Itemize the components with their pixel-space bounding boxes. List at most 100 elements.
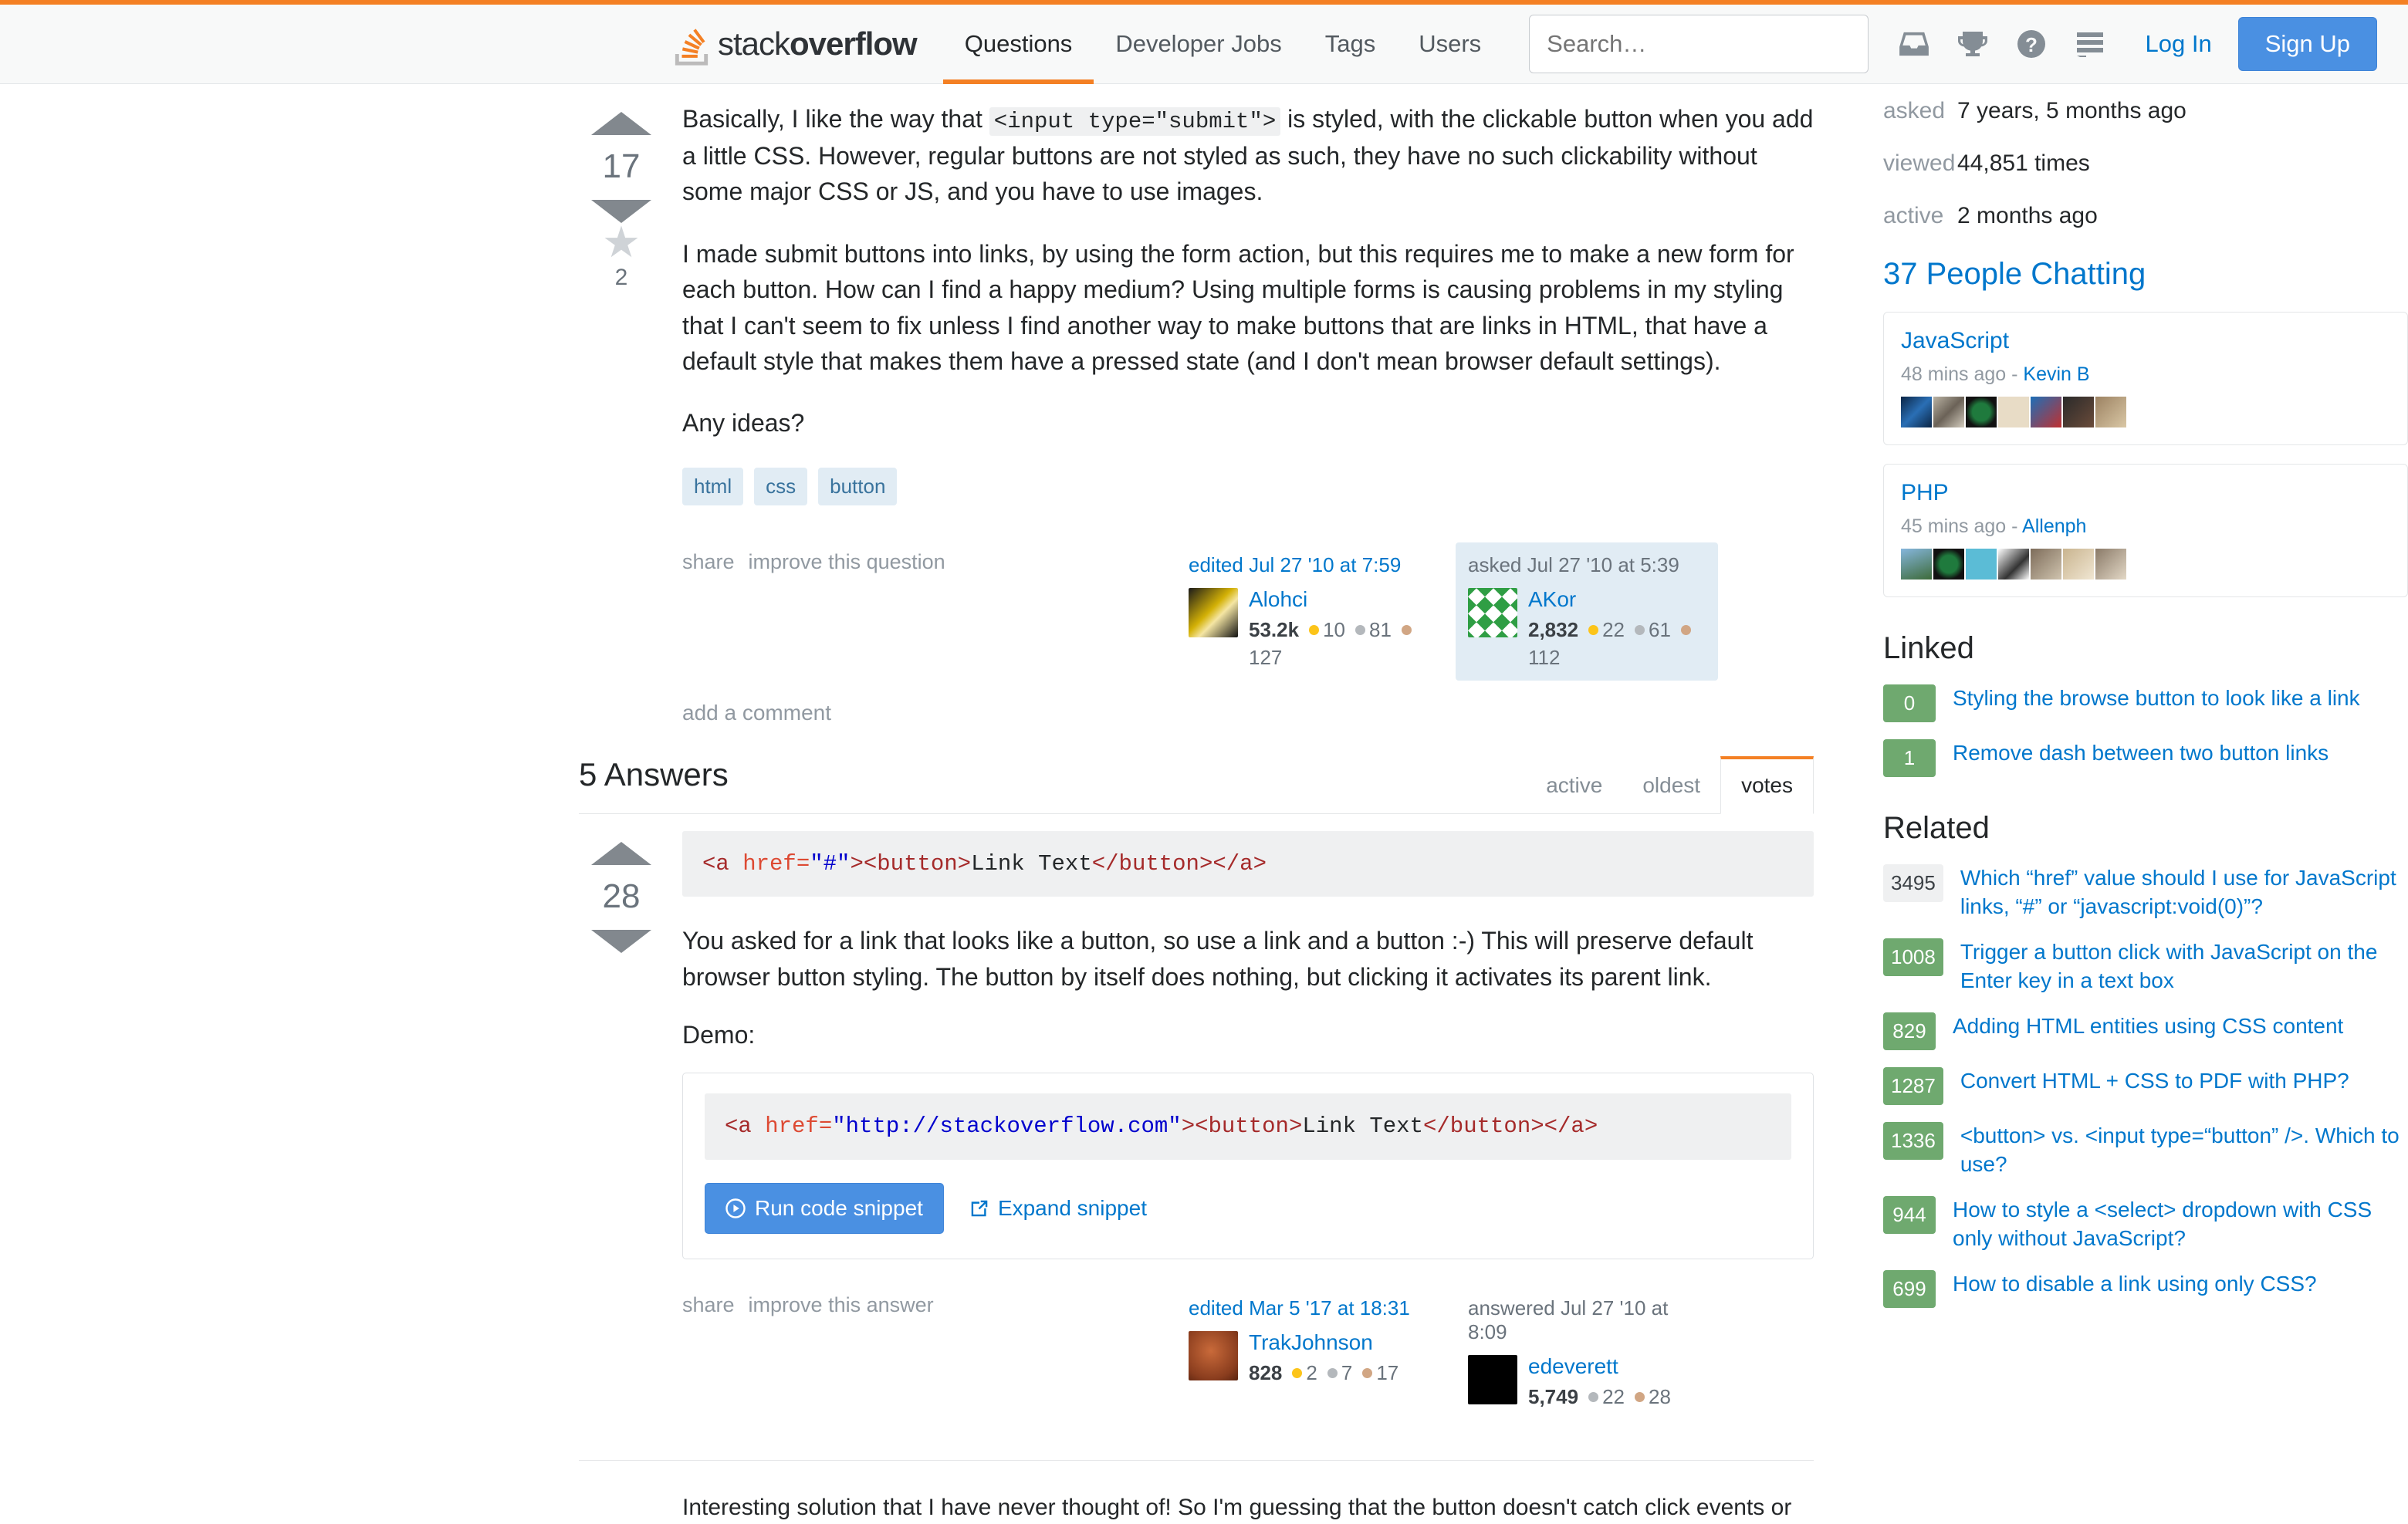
related-item[interactable]: 1287 Convert HTML + CSS to PDF with PHP? [1883,1067,2408,1105]
avatar[interactable] [1998,397,2029,427]
related-item[interactable]: 699 How to disable a link using only CSS… [1883,1270,2408,1308]
inbox-icon[interactable] [1885,15,1943,73]
related-question-link[interactable]: <button> vs. <input type=“button” />. Wh… [1960,1122,2408,1179]
question-share-link[interactable]: share [682,550,735,574]
nav-users[interactable]: Users [1397,5,1503,83]
help-icon[interactable]: ? [2002,15,2061,73]
gold-count: 22 [1602,618,1625,642]
chat-room-php[interactable]: PHP 45 mins ago - Allenph [1883,464,2408,597]
stackoverflow-logo[interactable]: stackoverflow [671,5,917,83]
related-vote-badge: 1336 [1883,1122,1943,1160]
avatar[interactable] [2063,549,2094,580]
chat-room-name[interactable]: JavaScript [1901,328,2390,354]
question-footer: share improve this question edited Jul 2… [682,542,1814,681]
stat-viewed-value: 44,851 times [1957,150,2090,177]
nav-developer-jobs-label: Developer Jobs [1115,30,1281,58]
trophy-icon[interactable] [1943,15,2002,73]
page-container: 17 ★ 2 Basically, I like the way that <i… [278,84,2130,1524]
related-item[interactable]: 829 Adding HTML entities using CSS conte… [1883,1012,2408,1050]
related-question-link[interactable]: How to style a <select> dropdown with CS… [1953,1196,2408,1253]
chat-user[interactable]: Allenph [2022,515,2086,537]
avatar[interactable] [1933,397,1964,427]
avatar[interactable] [1468,588,1517,637]
answer-author-name[interactable]: edeverett [1528,1355,1671,1379]
search-input[interactable] [1529,15,1869,73]
question-asker-reputation: 2,832 22 61 112 [1528,618,1706,670]
avatar[interactable] [1901,397,1932,427]
answer-editor-card: edited Mar 5 '17 at 18:31 TrakJohnson 82… [1176,1286,1439,1420]
bronze-count: 112 [1528,646,1560,670]
related-item[interactable]: 1008 Trigger a button click with JavaScr… [1883,938,2408,995]
question-improve-link[interactable]: improve this question [749,550,945,574]
downvote-arrow-icon[interactable] [591,930,651,953]
related-item[interactable]: 944 How to style a <select> dropdown wit… [1883,1196,2408,1253]
avatar[interactable] [1966,397,1997,427]
answer-improve-link[interactable]: improve this answer [749,1293,934,1317]
avatar[interactable] [2031,549,2061,580]
avatar[interactable] [2031,397,2061,427]
chat-room-name[interactable]: PHP [1901,480,2390,506]
tab-oldest[interactable]: oldest [1622,759,1720,813]
favorite-star-icon[interactable]: ★ [579,223,664,262]
nav-developer-jobs[interactable]: Developer Jobs [1094,5,1303,83]
review-queues-icon[interactable] [2061,15,2119,73]
avatar[interactable] [2063,397,2094,427]
question-vote-count: 17 [579,147,664,186]
avatar[interactable] [1966,549,1997,580]
login-link[interactable]: Log In [2119,30,2238,58]
linked-item[interactable]: 0 Styling the browse button to look like… [1883,684,2408,722]
answer-code-block: <a href="#"><button>Link Text</button></… [682,831,1814,897]
answer-edited-timestamp[interactable]: edited Mar 5 '17 at 18:31 [1189,1296,1426,1320]
avatar[interactable] [1901,549,1932,580]
avatar[interactable] [1998,549,2029,580]
answer-signatures: edited Mar 5 '17 at 18:31 TrakJohnson 82… [1176,1286,1814,1420]
upvote-arrow-icon[interactable] [591,112,651,135]
people-chatting-title[interactable]: 37 People Chatting [1883,257,2408,292]
tag-button[interactable]: button [818,468,897,505]
related-question-link[interactable]: Which “href” value should I use for Java… [1960,864,2408,921]
code-token: Link Text [971,851,1092,877]
upvote-arrow-icon[interactable] [591,842,651,865]
chat-user[interactable]: Kevin B [2023,363,2089,385]
tab-active[interactable]: active [1526,759,1622,813]
question-edited-timestamp[interactable]: edited Jul 27 '10 at 7:59 [1189,553,1426,577]
tab-votes[interactable]: votes [1720,756,1814,814]
linked-question-link[interactable]: Styling the browse button to look like a… [1953,684,2360,713]
linked-question-link[interactable]: Remove dash between two button links [1953,739,2329,768]
answer-share-link[interactable]: share [682,1293,735,1317]
answer-editor-name[interactable]: TrakJohnson [1249,1331,1398,1355]
avatar[interactable] [1468,1355,1517,1404]
silver-count: 22 [1602,1385,1625,1409]
avatar[interactable] [1189,1331,1238,1380]
avatar[interactable] [1933,549,1964,580]
tag-css[interactable]: css [754,468,807,505]
nav-questions[interactable]: Questions [943,5,1094,83]
related-vote-badge: 944 [1883,1196,1936,1234]
question-asker-name[interactable]: AKor [1528,588,1706,612]
signup-button[interactable]: Sign Up [2238,17,2377,71]
chat-time: 45 mins ago [1901,515,2006,537]
related-question-link[interactable]: Trigger a button click with JavaScript o… [1960,938,2408,995]
answer-post: 28 <a href="#"><button>Link Text</button… [579,814,1814,1461]
question-paragraph-2: I made submit buttons into links, by usi… [682,236,1814,380]
nav-tags[interactable]: Tags [1304,5,1397,83]
avatar[interactable] [2095,397,2126,427]
related-question-link[interactable]: How to disable a link using only CSS? [1953,1270,2317,1299]
chat-room-javascript[interactable]: JavaScript 48 mins ago - Kevin B [1883,312,2408,445]
silver-count: 81 [1369,618,1392,642]
tag-html[interactable]: html [682,468,743,505]
related-vote-badge: 829 [1883,1012,1936,1050]
expand-snippet-link[interactable]: Expand snippet [970,1196,1147,1221]
question-add-comment-link[interactable]: add a comment [682,701,1814,725]
linked-item[interactable]: 1 Remove dash between two button links [1883,739,2408,777]
question-editor-name[interactable]: Alohci [1249,588,1426,612]
related-item[interactable]: 1336 <button> vs. <input type=“button” /… [1883,1122,2408,1179]
related-question-link[interactable]: Convert HTML + CSS to PDF with PHP? [1960,1067,2349,1096]
code-token: </button></a> [1092,851,1267,877]
stat-active: active 2 months ago [1883,203,2408,229]
avatar[interactable] [1189,588,1238,637]
run-code-snippet-button[interactable]: Run code snippet [705,1183,944,1234]
related-question-link[interactable]: Adding HTML entities using CSS content [1953,1012,2343,1041]
avatar[interactable] [2095,549,2126,580]
related-item[interactable]: 3495 Which “href” value should I use for… [1883,864,2408,921]
